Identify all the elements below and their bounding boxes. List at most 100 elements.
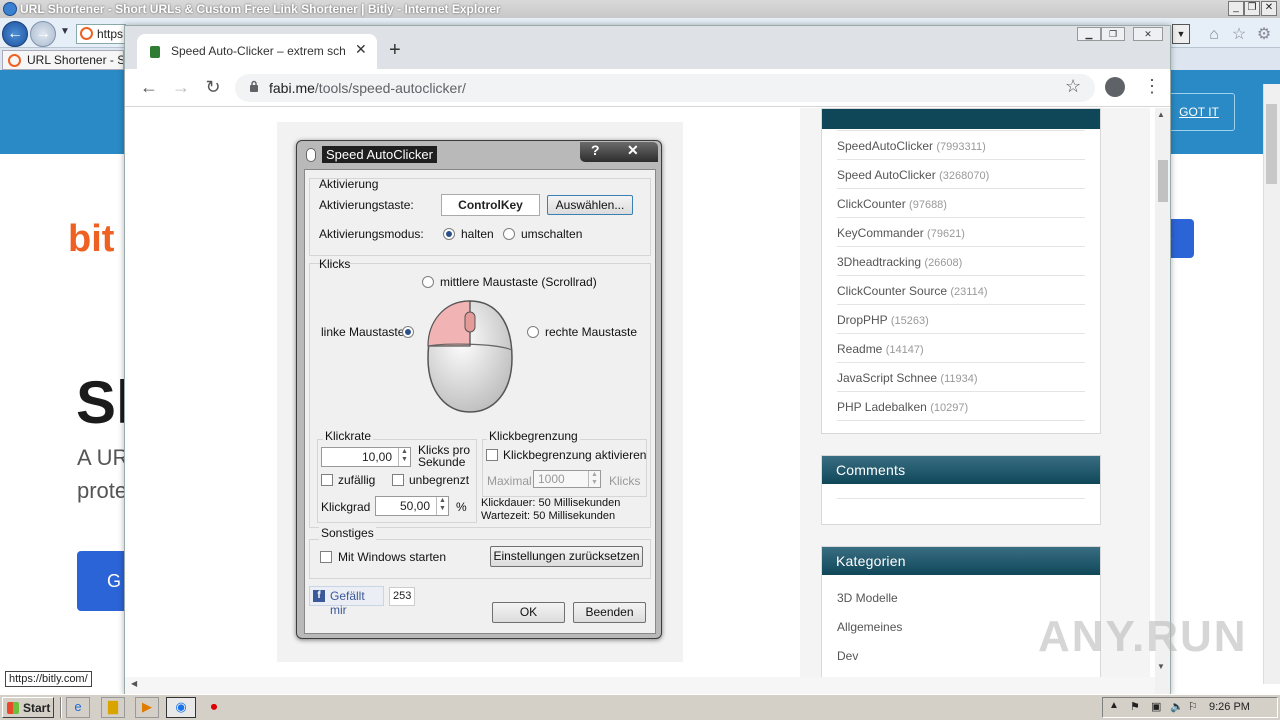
settings-gear-icon[interactable]: ⚙ <box>1255 26 1273 44</box>
limit-clicks-checkbox[interactable] <box>486 449 498 461</box>
tool-download-count: (10297) <box>930 402 969 414</box>
scroll-down-icon[interactable]: ▼ <box>1157 662 1165 671</box>
click-duration-text: Klickdauer: 50 Millisekunden <box>481 497 621 509</box>
tool-link[interactable]: 3Dheadtracking (26608) <box>837 247 1085 276</box>
right-button-radio[interactable] <box>527 326 539 338</box>
tool-link[interactable]: Speed AutoClicker (3268070) <box>837 160 1085 189</box>
autostart-checkbox[interactable] <box>320 551 332 563</box>
middle-button-label: mittlere Maustaste (Scrollrad) <box>440 275 597 289</box>
internet-explorer-taskbar-icon[interactable]: e <box>66 697 90 718</box>
tools-box-header-strip <box>822 109 1100 129</box>
click-rate-value: 10,00 <box>361 450 392 464</box>
help-button[interactable]: ? <box>591 142 600 158</box>
ie-history-dropdown-icon[interactable]: ▼ <box>60 26 70 37</box>
chrome-restore-button[interactable]: ❐ <box>1101 27 1125 41</box>
ie-minimize-button[interactable]: _ <box>1228 1 1244 16</box>
ie-back-button[interactable]: ← <box>2 21 28 47</box>
unlimited-checkbox[interactable] <box>392 474 404 486</box>
tool-download-count: (11934) <box>940 373 978 385</box>
home-icon[interactable]: ⌂ <box>1205 26 1223 44</box>
chrome-taskbar-icon[interactable]: ◉ <box>166 697 196 718</box>
url-host: fabi.me <box>269 80 315 96</box>
exit-button[interactable]: Beenden <box>573 602 646 623</box>
chrome-tab[interactable]: Speed Auto-Clicker – extrem schnell ✕ <box>137 34 377 69</box>
tab-close-icon[interactable]: ✕ <box>355 41 367 58</box>
max-clicks-unit: Klicks <box>609 474 641 488</box>
tool-link[interactable]: Readme (14147) <box>837 334 1085 363</box>
tool-name: Speed AutoClicker <box>837 168 936 182</box>
status-url-tooltip: https://bitly.com/ <box>5 671 92 687</box>
random-checkbox[interactable] <box>321 474 333 486</box>
mode-hold-label: halten <box>461 227 494 241</box>
scroll-left-icon[interactable]: ◀ <box>131 679 137 688</box>
chrome-scroll-thumb[interactable] <box>1158 160 1168 202</box>
category-link[interactable]: 3D Modelle <box>837 583 1085 612</box>
left-button-radio[interactable] <box>402 326 414 338</box>
tool-link[interactable]: DropPHP (15263) <box>837 305 1085 334</box>
tray-arrow-icon[interactable]: ▲ <box>1109 700 1119 711</box>
ie-forward-button[interactable]: → <box>30 21 56 47</box>
ie-scroll-thumb[interactable] <box>1266 104 1277 184</box>
limit-clicks-label: Klickbegrenzung aktivieren <box>503 448 647 462</box>
click-rate-unit: Klicks pro Sekunde <box>418 443 471 469</box>
tool-download-count: (97688) <box>909 199 947 211</box>
mode-hold-radio[interactable] <box>443 228 455 240</box>
ie-tab[interactable]: URL Shortener - Shor <box>2 50 124 70</box>
chrome-tab-title: Speed Auto-Clicker – extrem schnell <box>171 44 346 58</box>
middle-button-radio[interactable] <box>422 276 434 288</box>
file-explorer-taskbar-icon[interactable]: ▇ <box>101 697 125 718</box>
tool-link[interactable]: ClickCounter (97688) <box>837 189 1085 218</box>
ie-maximize-button[interactable]: ❐ <box>1244 1 1260 16</box>
bookmark-star-icon[interactable]: ☆ <box>1065 76 1081 97</box>
tool-link[interactable]: PHP Ladebalken (10297) <box>837 392 1085 421</box>
mode-toggle-radio[interactable] <box>503 228 515 240</box>
scroll-up-icon[interactable]: ▲ <box>1157 110 1165 119</box>
tool-link[interactable]: JavaScript Schnee (11934) <box>837 363 1085 392</box>
ie-close-button[interactable]: ✕ <box>1261 1 1277 16</box>
tool-link[interactable]: ClickCounter Source (23114) <box>837 276 1085 305</box>
chrome-menu-icon[interactable]: ⋮ <box>1143 76 1161 97</box>
ie-address-field[interactable]: https <box>76 24 126 44</box>
click-degree-spinner-icon[interactable]: ▲ ▼ <box>436 497 448 515</box>
new-tab-plus-icon[interactable]: + <box>389 40 401 60</box>
tray-monitor-icon[interactable]: ⚐ <box>1188 700 1198 713</box>
tool-link[interactable]: KeyCommander (79621) <box>837 218 1085 247</box>
tools-list-items: SpeedAutoClicker (7993311) Speed AutoClic… <box>822 131 1100 421</box>
tool-download-count: (3268070) <box>939 170 990 182</box>
profile-avatar-icon[interactable] <box>1105 77 1125 97</box>
ie-address-text: https <box>97 27 124 41</box>
reload-icon[interactable]: ↻ <box>202 76 224 98</box>
bitly-favicon-icon <box>80 27 93 40</box>
klickbegrenzung-group-label: Klickbegrenzung <box>487 429 580 443</box>
taskbar-clock[interactable]: 9:26 PM <box>1209 701 1250 713</box>
click-rate-spinner-icon[interactable]: ▲ ▼ <box>398 448 410 466</box>
got-it-button[interactable]: GOT IT <box>1163 93 1235 131</box>
tool-link[interactable]: SpeedAutoClicker (7993311) <box>837 131 1085 160</box>
chrome-horizontal-scrollbar[interactable] <box>125 677 1155 694</box>
anyrun-watermark: ANY.RUN <box>1038 612 1248 661</box>
bitly-subtitle-line1: A UR <box>77 445 129 470</box>
start-button[interactable]: Start <box>2 697 54 718</box>
back-arrow-icon[interactable]: ← <box>138 76 160 98</box>
media-player-taskbar-icon[interactable]: ▶ <box>135 697 159 718</box>
tray-network-icon[interactable]: ▣ <box>1151 700 1161 713</box>
ok-button[interactable]: OK <box>492 602 565 623</box>
reset-settings-button[interactable]: Einstellungen zurücksetzen <box>490 546 643 567</box>
taskbar-separator <box>60 697 62 718</box>
ie-address-dropdown[interactable]: ▼ <box>1172 24 1190 44</box>
tool-name: ClickCounter <box>837 197 906 211</box>
stop-app-taskbar-icon[interactable]: ⏺ <box>202 697 226 718</box>
tray-flag-icon[interactable]: ⚑ <box>1130 700 1140 713</box>
dialog-close-button[interactable]: ✕ <box>627 142 639 159</box>
lock-icon <box>250 80 258 92</box>
favorites-star-icon[interactable]: ☆ <box>1230 26 1248 44</box>
chrome-close-button[interactable]: ✕ <box>1133 27 1163 41</box>
unlimited-label: unbegrenzt <box>409 473 470 487</box>
tool-name: 3Dheadtracking <box>837 255 922 269</box>
choose-key-button[interactable]: Auswählen... <box>547 195 633 215</box>
tool-download-count: (23114) <box>950 286 988 298</box>
tray-volume-icon[interactable]: 🔈 <box>1170 700 1184 713</box>
forward-arrow-icon[interactable]: → <box>170 76 192 98</box>
chrome-minimize-button[interactable]: ▁ <box>1077 27 1101 41</box>
facebook-like-button[interactable]: f Gefällt mir <box>309 586 384 617</box>
